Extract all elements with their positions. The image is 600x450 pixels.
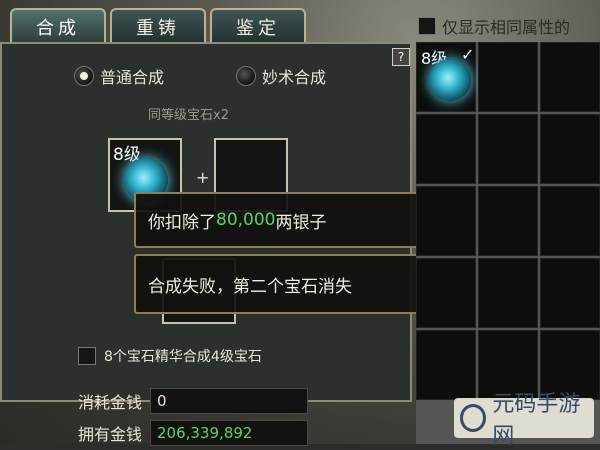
- watermark-logo-icon: [460, 404, 487, 432]
- deduct-suffix: 两银子: [275, 212, 327, 233]
- inventory-slot[interactable]: [416, 186, 476, 256]
- inventory-grid: 8级 ✓: [416, 42, 600, 444]
- inventory-slot[interactable]: [416, 330, 476, 400]
- watermark-text: 元码手游网: [492, 392, 581, 449]
- owned-value: 206,339,892: [150, 420, 309, 446]
- inventory-slot[interactable]: [478, 258, 538, 328]
- deduct-amount: 80,000: [216, 210, 276, 230]
- inventory-slot[interactable]: [416, 258, 476, 328]
- filter-checkbox[interactable]: [418, 17, 436, 35]
- inventory-slot[interactable]: [540, 42, 600, 112]
- owned-label: 拥有金钱: [78, 425, 143, 444]
- plus-sign: +: [196, 168, 210, 187]
- cost-row: 消耗金钱 0: [78, 388, 309, 414]
- cost-label: 消耗金钱: [78, 393, 143, 412]
- tab-recast[interactable]: 重铸: [110, 8, 206, 44]
- cost-value: 0: [150, 388, 309, 414]
- inventory-slot[interactable]: [540, 186, 600, 256]
- deduct-prefix: 你扣除了: [148, 212, 216, 233]
- watermark: 元码手游网: [454, 392, 594, 449]
- mode-normal-radio[interactable]: [74, 66, 94, 86]
- requirement-text: 同等级宝石x2: [148, 108, 229, 123]
- essence-label: 8个宝石精华合成4级宝石: [104, 349, 262, 365]
- inventory-slot[interactable]: [416, 114, 476, 184]
- essence-checkbox[interactable]: [78, 347, 96, 365]
- selected-check-icon: ✓: [461, 45, 475, 64]
- owned-row: 拥有金钱 206,339,892: [78, 420, 309, 446]
- fail-text: 合成失败，第二个宝石消失: [148, 276, 352, 297]
- tab-bar: 合成 重铸 鉴定: [0, 6, 306, 44]
- filter-label: 仅显示相同属性的: [442, 18, 571, 37]
- inventory-slot[interactable]: [478, 114, 538, 184]
- tab-combine[interactable]: 合成: [10, 8, 106, 44]
- tab-identify[interactable]: 鉴定: [210, 8, 306, 44]
- inventory-slot[interactable]: [540, 258, 600, 328]
- inventory-slot[interactable]: [540, 114, 600, 184]
- inventory-slot[interactable]: [478, 42, 538, 112]
- mode-magic-option[interactable]: 妙术合成: [236, 64, 326, 88]
- mode-normal-option[interactable]: 普通合成: [74, 64, 164, 88]
- inventory-slot[interactable]: 8级 ✓: [416, 42, 476, 112]
- mode-magic-label: 妙术合成: [262, 68, 327, 87]
- gem-icon: [429, 59, 471, 101]
- mode-normal-label: 普通合成: [100, 68, 165, 87]
- help-button[interactable]: ?: [392, 48, 410, 66]
- inventory-slot[interactable]: [478, 186, 538, 256]
- essence-option[interactable]: 8个宝石精华合成4级宝石: [78, 346, 262, 366]
- mode-magic-radio[interactable]: [236, 66, 256, 86]
- filter-option[interactable]: 仅显示相同属性的: [418, 14, 570, 38]
